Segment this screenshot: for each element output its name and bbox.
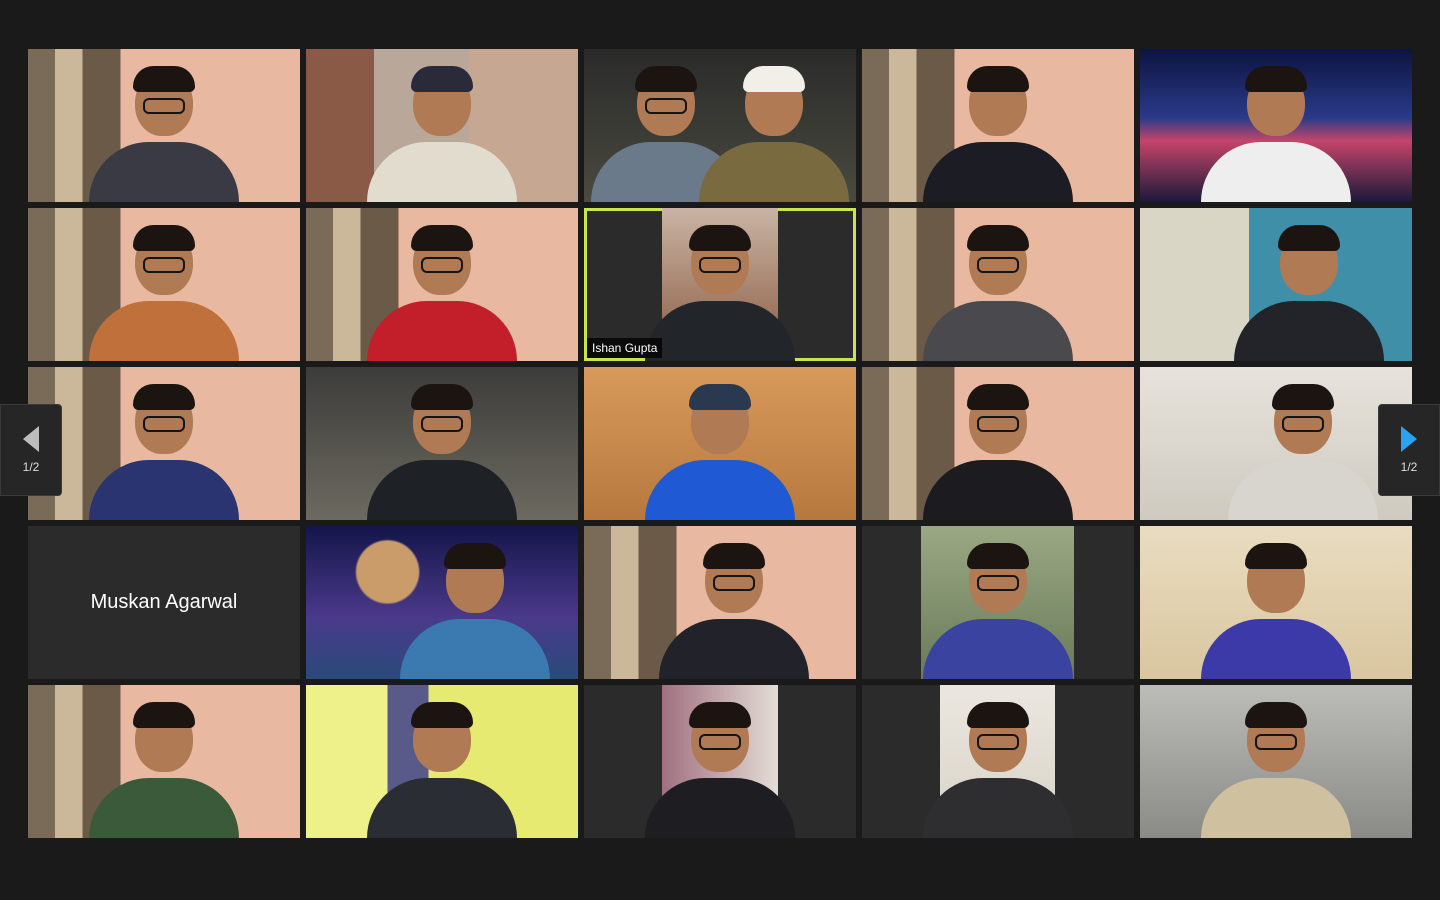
participant-figure <box>923 66 1073 202</box>
video-tile[interactable] <box>584 49 856 202</box>
participant-name-label: Ishan Gupta <box>587 338 663 358</box>
video-tile[interactable] <box>862 685 1134 838</box>
participant-figure <box>367 702 517 838</box>
participant-video <box>584 49 856 202</box>
page-indicator: 1/2 <box>22 460 40 474</box>
participant-figure <box>1233 225 1384 361</box>
participant-video <box>862 49 1134 202</box>
participant-video <box>306 526 578 679</box>
video-tile[interactable] <box>306 526 578 679</box>
video-tile[interactable] <box>1140 49 1412 202</box>
video-tile[interactable] <box>306 49 578 202</box>
previous-page-button[interactable]: 1/2 <box>0 404 62 496</box>
participant-video <box>28 208 300 361</box>
participant-video <box>306 49 578 202</box>
active-speaker-tile[interactable]: Ishan Gupta <box>584 208 856 361</box>
participant-figure <box>399 543 550 679</box>
participant-video <box>921 526 1074 679</box>
video-tile[interactable] <box>862 49 1134 202</box>
participant-name: Muskan Agarwal <box>90 591 238 613</box>
next-page-button[interactable]: 1/2 <box>1378 404 1440 496</box>
video-tile[interactable] <box>1140 685 1412 838</box>
participant-figure <box>645 702 795 838</box>
video-tile[interactable] <box>584 685 856 838</box>
participant-video <box>862 208 1134 361</box>
video-tile[interactable] <box>28 208 300 361</box>
video-tile[interactable] <box>862 208 1134 361</box>
participant-figure <box>923 384 1073 520</box>
video-tile[interactable] <box>584 367 856 520</box>
participant-video <box>645 208 795 361</box>
video-tile[interactable] <box>306 685 578 838</box>
participant-video <box>306 685 578 838</box>
participant-figure <box>658 543 809 679</box>
participant-figure <box>89 702 239 838</box>
participant-video <box>306 208 578 361</box>
video-tile[interactable] <box>28 685 300 838</box>
participant-figure <box>1201 66 1351 202</box>
participant-video <box>862 367 1134 520</box>
chevron-right-icon <box>1401 426 1417 452</box>
video-tile[interactable] <box>306 367 578 520</box>
video-tile[interactable] <box>306 208 578 361</box>
participant-figure <box>923 225 1073 361</box>
video-tile[interactable] <box>1140 526 1412 679</box>
participant-video <box>922 685 1073 838</box>
participant-video <box>1140 208 1412 361</box>
participant-figure <box>645 225 795 361</box>
participant-figure <box>1228 384 1379 520</box>
video-tile[interactable] <box>862 367 1134 520</box>
participant-figure <box>89 66 239 202</box>
participant-figure <box>367 384 517 520</box>
participant-figure <box>699 66 850 202</box>
participant-figure <box>367 66 517 202</box>
participant-video <box>306 367 578 520</box>
participant-video <box>28 49 300 202</box>
participant-figure <box>1201 543 1351 679</box>
participant-figure <box>922 543 1073 679</box>
participant-figure <box>89 384 239 520</box>
participant-video <box>1140 526 1412 679</box>
video-tile[interactable] <box>862 526 1134 679</box>
video-off-tile[interactable]: Muskan Agarwal <box>28 526 300 679</box>
video-tile[interactable] <box>1140 367 1412 520</box>
page-indicator: 1/2 <box>1400 460 1418 474</box>
participant-video <box>584 526 856 679</box>
participant-video <box>1140 685 1412 838</box>
video-tile[interactable] <box>1140 208 1412 361</box>
participant-figure <box>367 225 517 361</box>
video-tile[interactable] <box>28 367 300 520</box>
participant-figure <box>922 702 1073 838</box>
video-grid: Ishan Gupta Muskan Agarwal <box>28 49 1412 838</box>
participant-figure <box>89 225 239 361</box>
participant-video <box>1140 367 1412 520</box>
participant-video <box>645 685 795 838</box>
participant-figure <box>1201 702 1351 838</box>
participant-video <box>1140 49 1412 202</box>
participant-figure <box>645 384 795 520</box>
participant-video <box>28 685 300 838</box>
participant-video <box>584 367 856 520</box>
participant-video <box>28 367 300 520</box>
video-tile[interactable] <box>28 49 300 202</box>
video-tile[interactable] <box>584 526 856 679</box>
chevron-left-icon <box>23 426 39 452</box>
